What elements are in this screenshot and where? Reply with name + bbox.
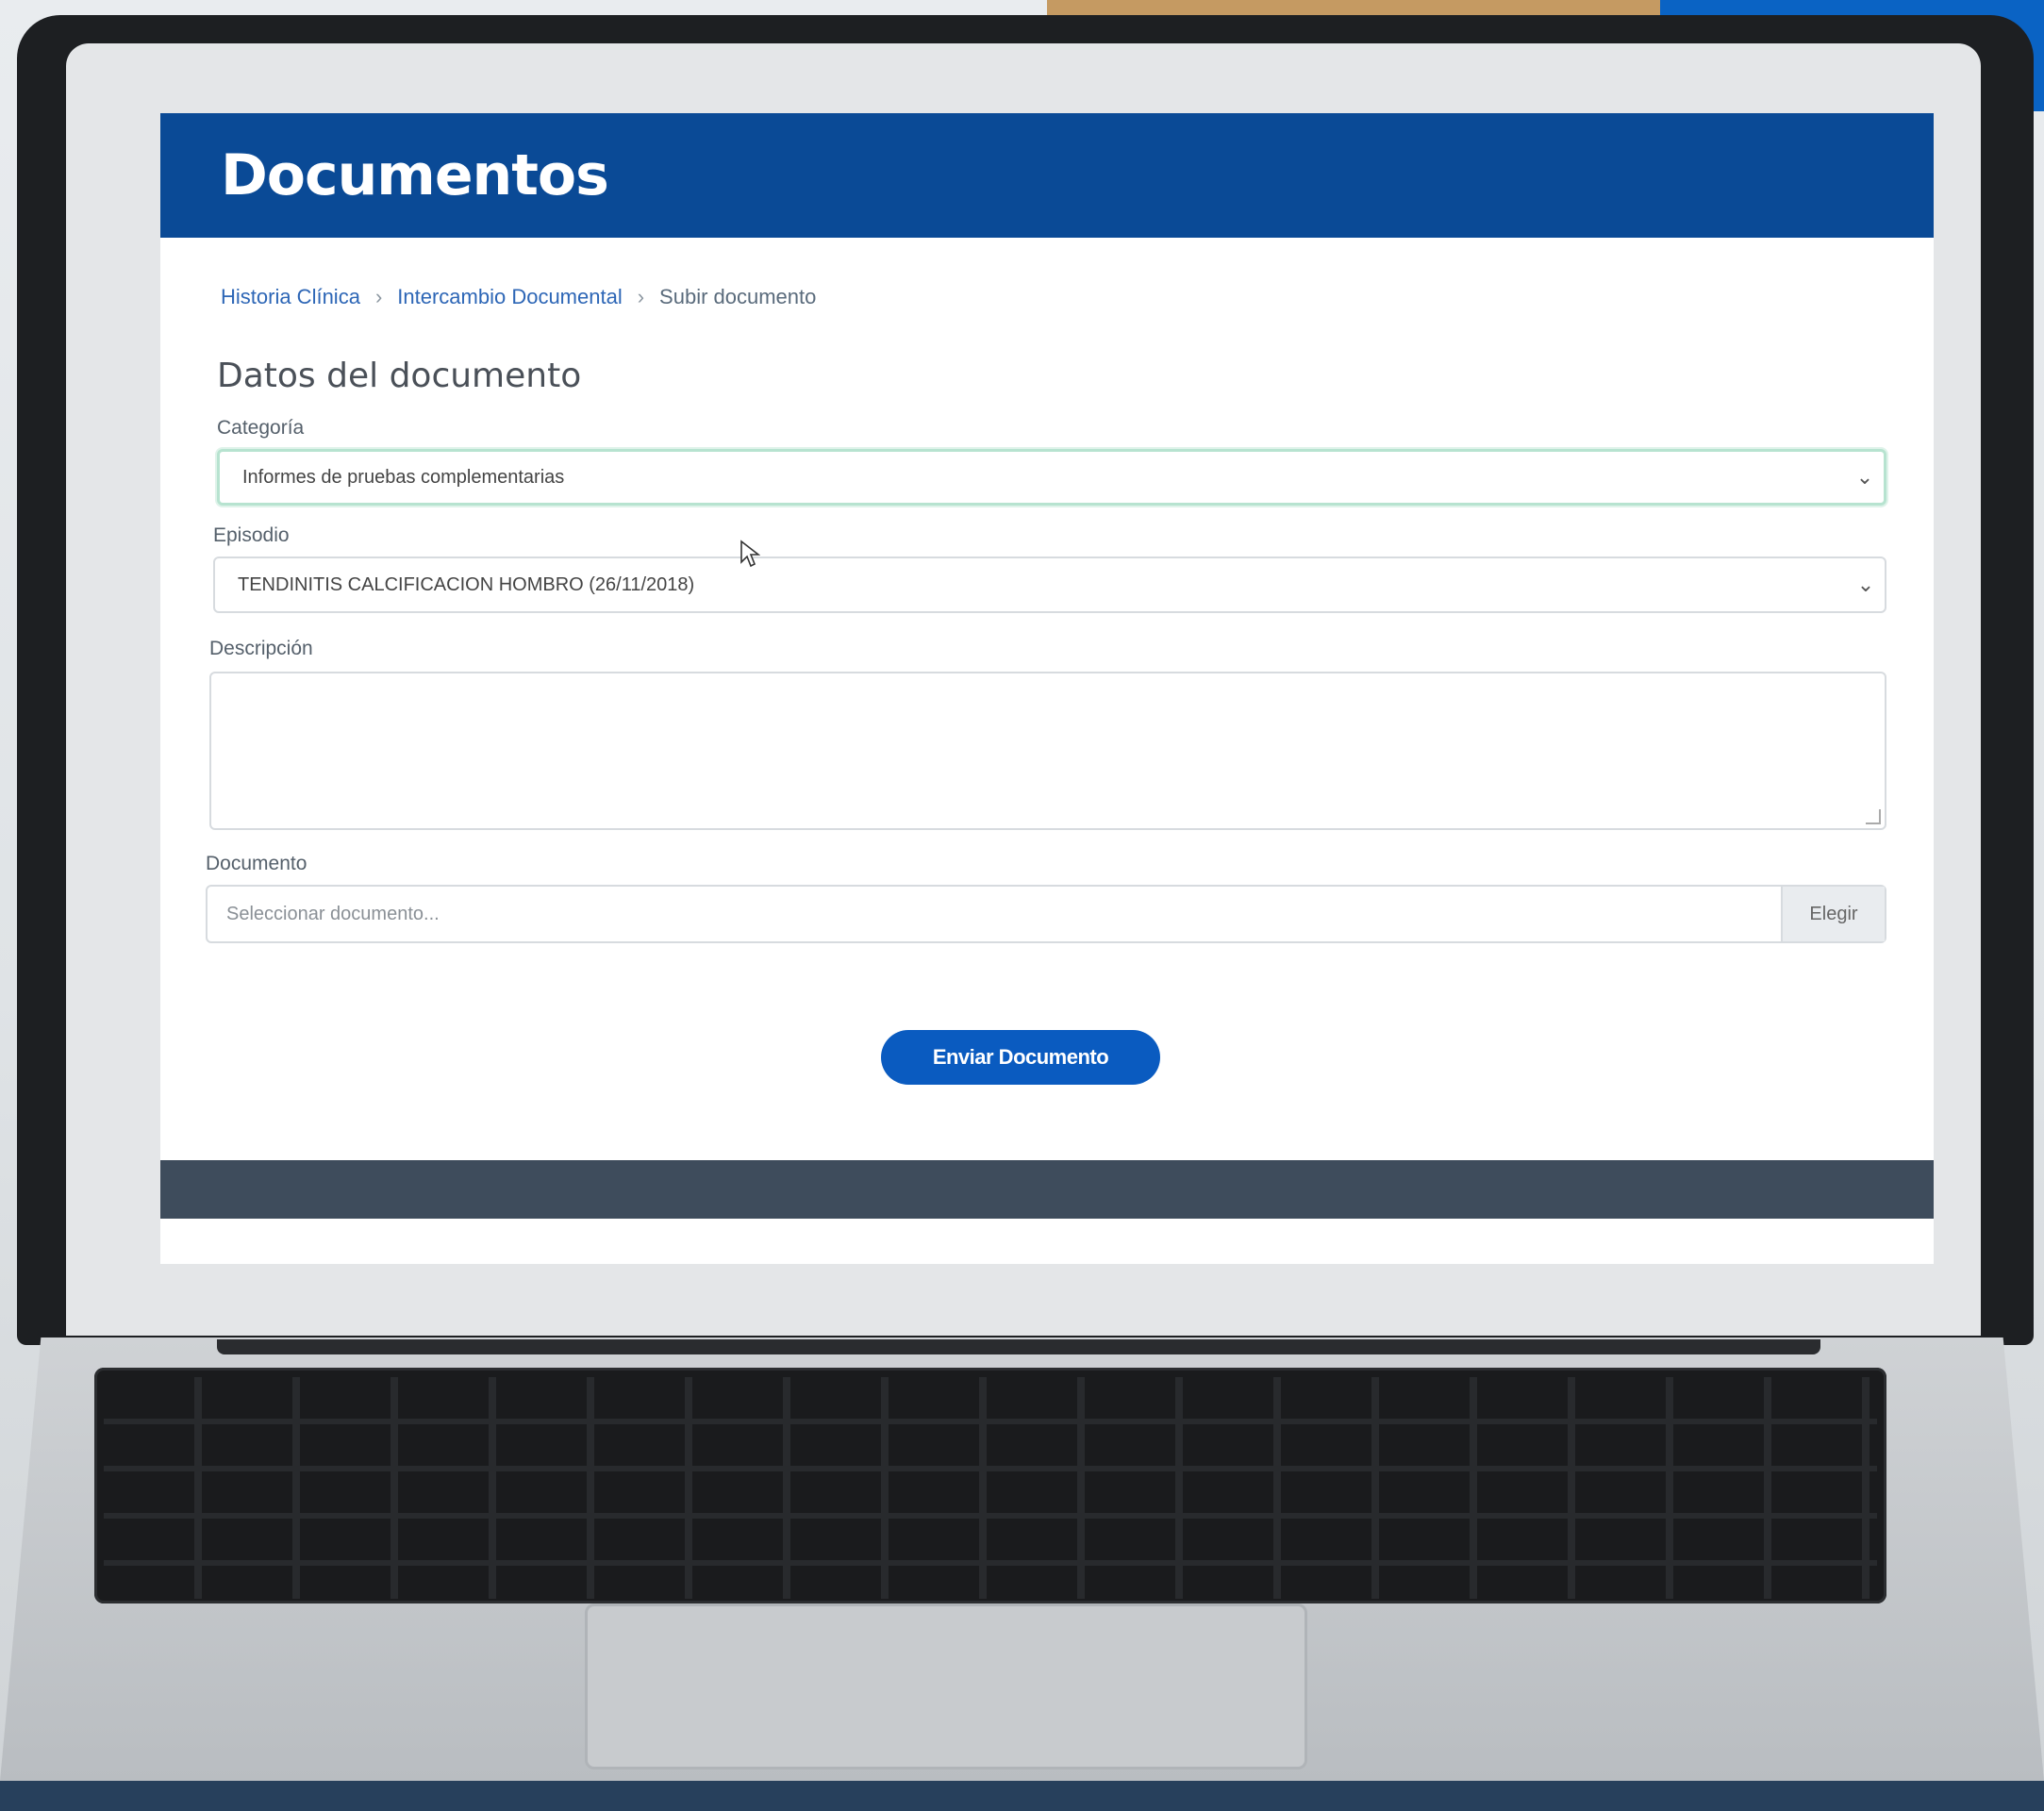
laptop-hinge (217, 1339, 1820, 1354)
mouse-pointer-icon (740, 540, 760, 568)
episodio-select-value: TENDINITIS CALCIFICACION HOMBRO (26/11/2… (238, 573, 695, 595)
app-header: Documentos (160, 113, 1934, 238)
descripcion-label: Descripción (209, 638, 313, 659)
app-footer (160, 1160, 1934, 1219)
breadcrumb-separator: › (374, 285, 383, 308)
elegir-button[interactable]: Elegir (1781, 887, 1885, 941)
breadcrumb-item-subir-documento: Subir documento (659, 285, 817, 308)
chevron-down-icon: ⌄ (1856, 573, 1875, 596)
chevron-down-icon: ⌄ (1855, 465, 1874, 489)
breadcrumb-item-intercambio-documental[interactable]: Intercambio Documental (397, 285, 622, 309)
browser-screen: Documentos Historia Clínica › Intercambi… (160, 113, 1934, 1264)
episodio-select[interactable]: TENDINITIS CALCIFICACION HOMBRO (26/11/2… (213, 557, 1886, 613)
background-bottom-strip (0, 1781, 2044, 1811)
section-title: Datos del documento (217, 357, 582, 395)
enviar-documento-button[interactable]: Enviar Documento (881, 1030, 1160, 1085)
breadcrumb-separator: › (637, 285, 645, 308)
documento-label: Documento (206, 853, 307, 874)
documento-placeholder: Seleccionar documento... (226, 903, 440, 924)
laptop-trackpad (585, 1603, 1307, 1769)
breadcrumb-item-historia-clinica[interactable]: Historia Clínica (221, 285, 360, 309)
categoria-label: Categoría (217, 417, 305, 439)
keyboard-keys (104, 1377, 1877, 1599)
descripcion-textarea[interactable] (209, 672, 1886, 830)
categoria-select-value: Informes de pruebas complementarias (242, 466, 565, 488)
resize-grip-icon[interactable] (1866, 809, 1881, 824)
episodio-label: Episodio (213, 524, 290, 546)
documento-file-input[interactable]: Seleccionar documento... Elegir (206, 885, 1886, 943)
categoria-select[interactable]: Informes de pruebas complementarias ⌄ (217, 449, 1886, 506)
page-title: Documentos (221, 142, 609, 208)
breadcrumb: Historia Clínica › Intercambio Documenta… (221, 285, 816, 309)
